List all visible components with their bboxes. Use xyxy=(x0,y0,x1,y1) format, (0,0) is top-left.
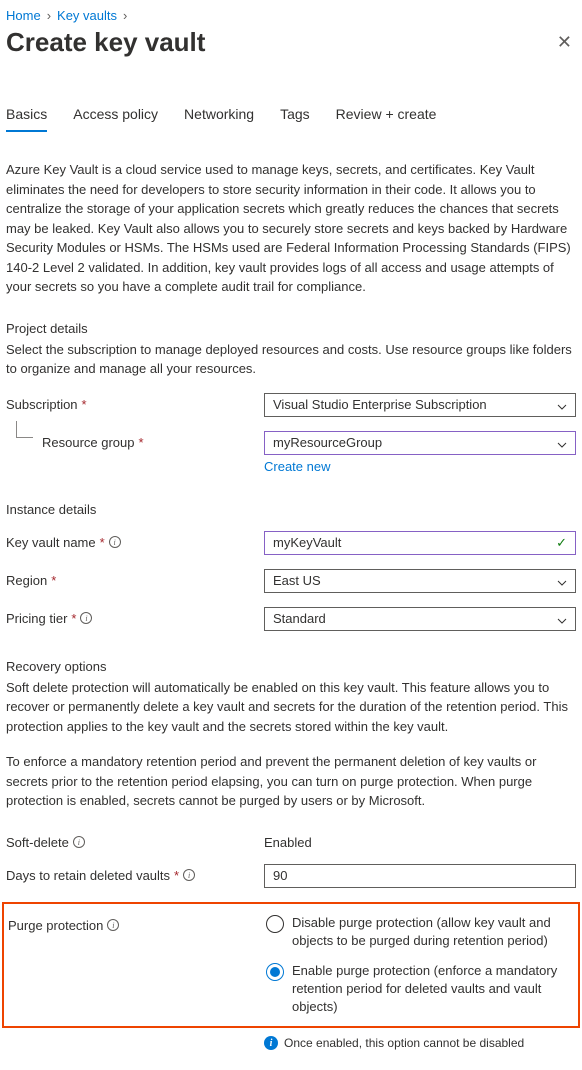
purge-enable-radio[interactable]: Enable purge protection (enforce a manda… xyxy=(266,962,574,1017)
pricing-tier-label: Pricing tier* i xyxy=(6,607,264,626)
intro-text: Azure Key Vault is a cloud service used … xyxy=(6,160,576,297)
page-title: Create key vault xyxy=(6,27,205,58)
recovery-options-heading: Recovery options xyxy=(6,659,576,674)
create-new-link[interactable]: Create new xyxy=(264,459,330,474)
info-icon[interactable]: i xyxy=(107,919,119,931)
chevron-down-icon xyxy=(557,438,567,448)
tab-access-policy[interactable]: Access policy xyxy=(73,100,158,132)
chevron-down-icon xyxy=(557,576,567,586)
purge-note: i Once enabled, this option cannot be di… xyxy=(264,1036,576,1050)
chevron-down-icon xyxy=(557,400,567,410)
tab-networking[interactable]: Networking xyxy=(184,100,254,132)
check-icon: ✓ xyxy=(556,535,567,551)
chevron-right-icon: › xyxy=(47,8,51,23)
purge-protection-label: Purge protection i xyxy=(8,914,266,933)
region-label: Region* xyxy=(6,569,264,588)
breadcrumb-home[interactable]: Home xyxy=(6,8,41,23)
tab-review-create[interactable]: Review + create xyxy=(336,100,437,132)
key-vault-name-label: Key vault name* i xyxy=(6,531,264,550)
radio-icon xyxy=(266,963,284,981)
project-details-heading: Project details xyxy=(6,321,576,336)
info-icon[interactable]: i xyxy=(80,612,92,624)
soft-delete-label: Soft-delete i xyxy=(6,831,264,850)
region-select[interactable]: East US xyxy=(264,569,576,593)
chevron-right-icon: › xyxy=(123,8,127,23)
subscription-select[interactable]: Visual Studio Enterprise Subscription xyxy=(264,393,576,417)
info-icon[interactable]: i xyxy=(183,869,195,881)
recovery-desc-1: Soft delete protection will automaticall… xyxy=(6,678,576,737)
days-retain-label: Days to retain deleted vaults* i xyxy=(6,864,264,883)
tab-basics[interactable]: Basics xyxy=(6,100,47,132)
info-icon[interactable]: i xyxy=(109,536,121,548)
tabs: Basics Access policy Networking Tags Rev… xyxy=(6,100,576,132)
tab-tags[interactable]: Tags xyxy=(280,100,310,132)
resource-group-select[interactable]: myResourceGroup xyxy=(264,431,576,455)
project-details-desc: Select the subscription to manage deploy… xyxy=(6,340,576,379)
recovery-desc-2: To enforce a mandatory retention period … xyxy=(6,752,576,811)
subscription-label: Subscription* xyxy=(6,393,264,412)
soft-delete-value: Enabled xyxy=(264,831,576,850)
purge-disable-radio[interactable]: Disable purge protection (allow key vaul… xyxy=(266,914,574,950)
resource-group-label: Resource group* xyxy=(6,431,264,450)
info-icon: i xyxy=(264,1036,278,1050)
days-retain-input[interactable]: 90 xyxy=(264,864,576,888)
close-icon[interactable]: ✕ xyxy=(553,28,576,57)
breadcrumb: Home › Key vaults › xyxy=(6,0,576,25)
breadcrumb-key-vaults[interactable]: Key vaults xyxy=(57,8,117,23)
chevron-down-icon xyxy=(557,614,567,624)
key-vault-name-input[interactable]: myKeyVault ✓ xyxy=(264,531,576,555)
radio-icon xyxy=(266,915,284,933)
purge-protection-highlight: Purge protection i Disable purge protect… xyxy=(2,902,580,1029)
instance-details-heading: Instance details xyxy=(6,502,576,517)
info-icon[interactable]: i xyxy=(73,836,85,848)
pricing-tier-select[interactable]: Standard xyxy=(264,607,576,631)
